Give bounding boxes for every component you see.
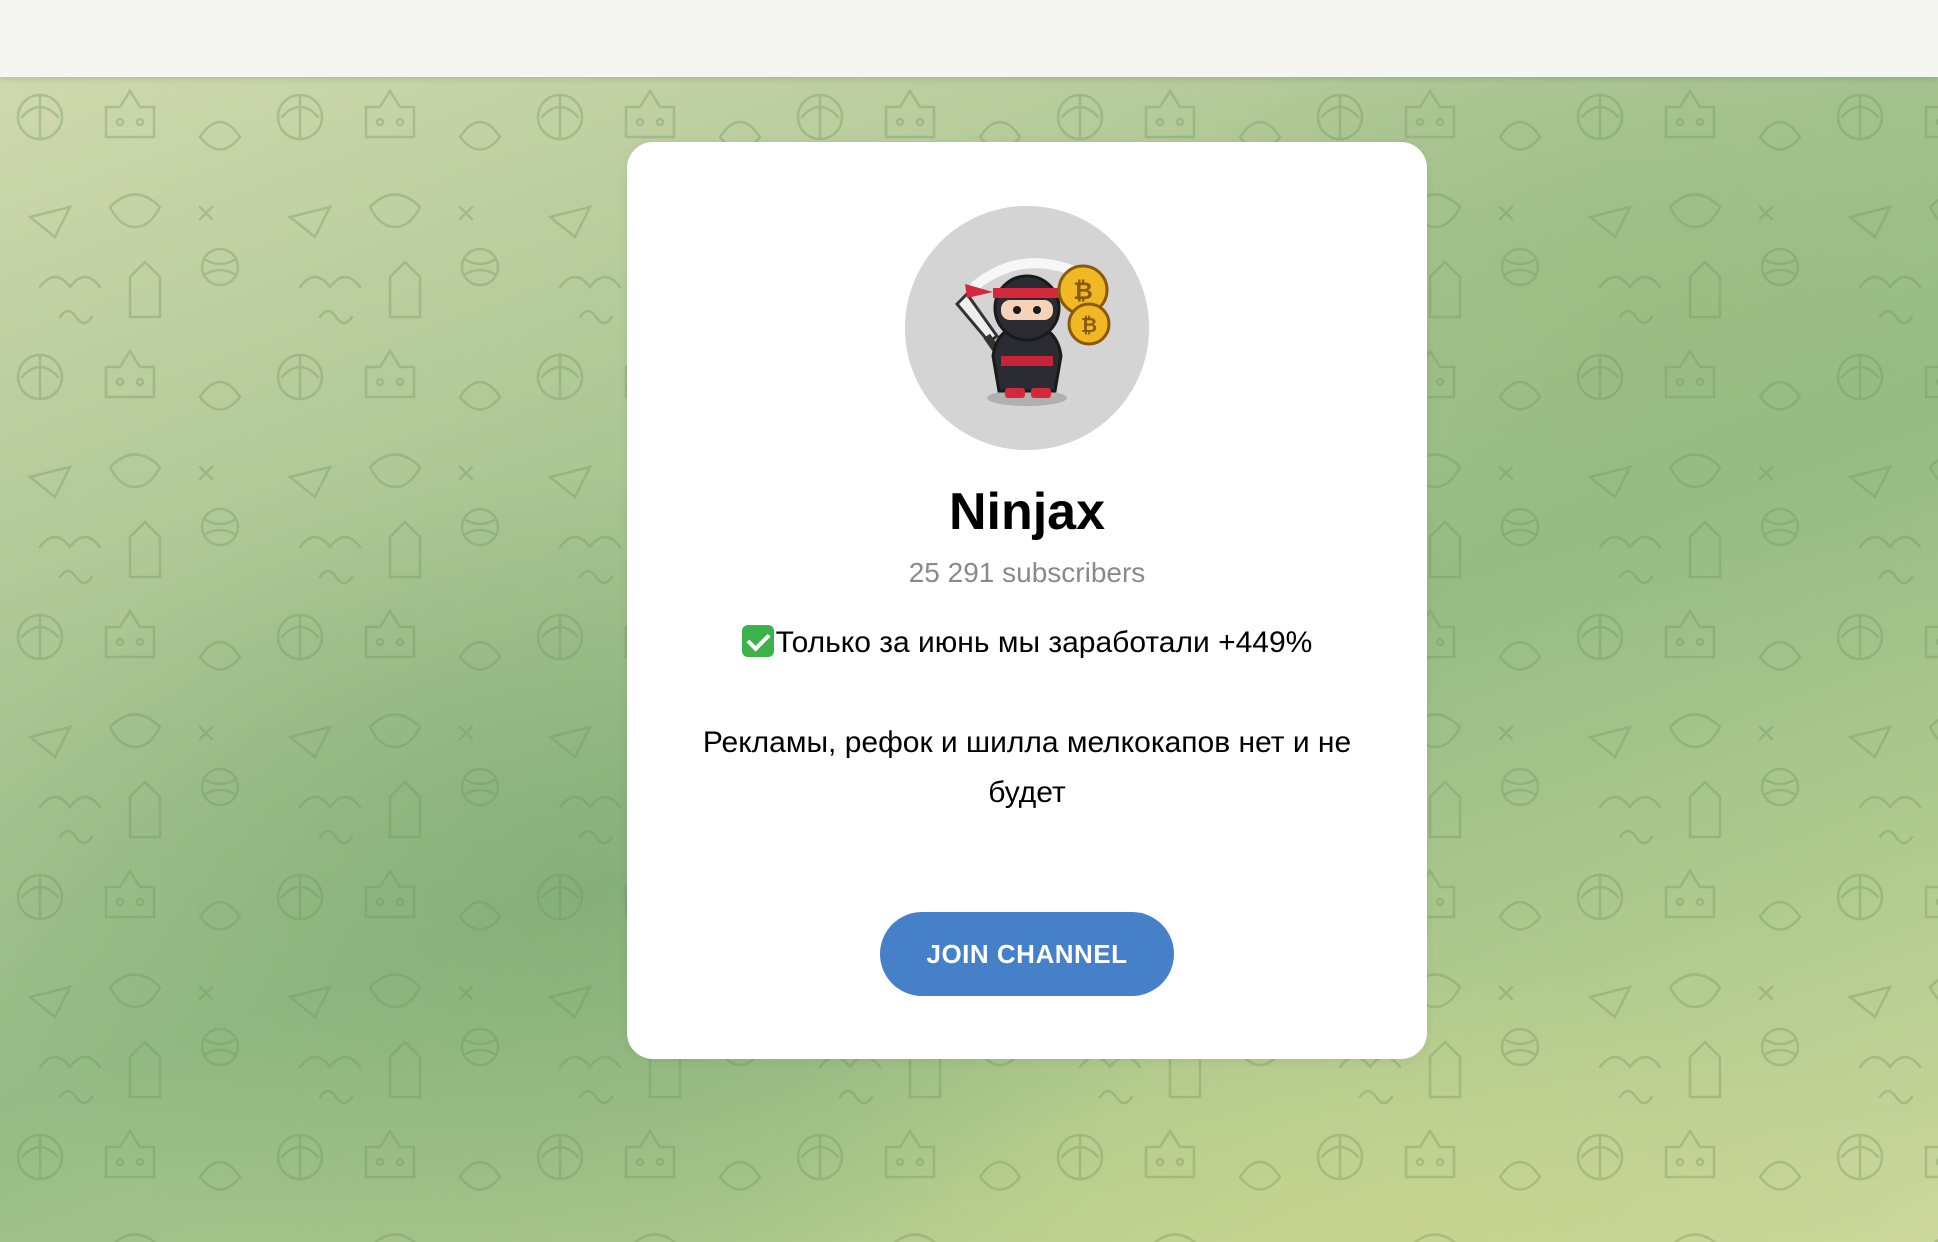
svg-text:₿: ₿ (1073, 277, 1093, 305)
channel-avatar: ₿ ₿ (905, 206, 1149, 450)
svg-text:₿: ₿ (1081, 313, 1097, 337)
channel-description: Только за июнь мы заработали +449% Рекла… (667, 618, 1387, 818)
channel-card: ₿ ₿ Ninjax 25 291 subscribers Только за … (627, 142, 1427, 1059)
check-mark-icon (741, 625, 774, 657)
description-line-2: Рекламы, рефок и шилла мелкокапов нет и … (702, 726, 1352, 809)
ninja-avatar-icon: ₿ ₿ (905, 206, 1149, 450)
top-bar (0, 0, 1938, 77)
description-line-1-text: Только за июнь мы заработали +449% (775, 626, 1313, 659)
subscriber-count: 25 291 subscribers (908, 557, 1146, 588)
channel-title: Ninjax (948, 483, 1106, 541)
description-line-1: Только за июнь мы заработали +449% (667, 618, 1387, 668)
join-channel-button[interactable]: JOIN CHANNEL (880, 912, 1174, 996)
description-spacer (667, 668, 1387, 718)
telegram-channel-preview-page: ₿ ₿ Ninjax 25 291 subscribers Только за … (0, 0, 1938, 1242)
